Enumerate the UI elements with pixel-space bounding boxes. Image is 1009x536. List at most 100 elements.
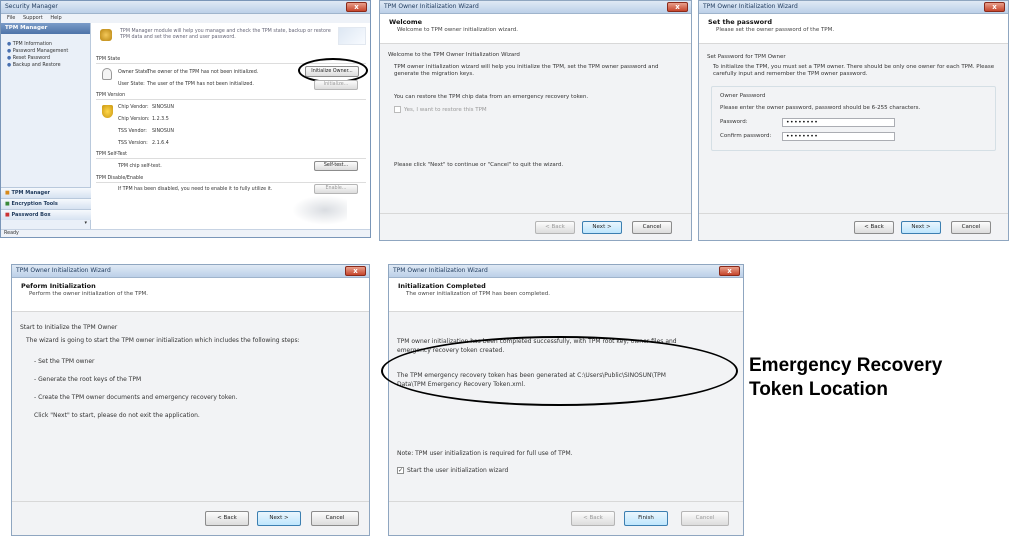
banner-graphic [338, 27, 366, 45]
restore-text: You can restore the TPM chip data from a… [394, 94, 589, 100]
left-panel: TPM Manager ● TPM Information ● Password… [1, 23, 91, 230]
window-title: TPM Owner Initialization Wizard [393, 267, 488, 274]
self-test-button[interactable]: Self-test... [314, 161, 358, 171]
title-bar: TPM Owner Initialization Wizard x [699, 1, 1008, 14]
nav-backup-restore[interactable]: ● Backup and Restore [7, 63, 84, 68]
panel-header: TPM Manager [1, 23, 90, 34]
start-note: Click "Next" to start, please do not exi… [34, 412, 200, 419]
back-button[interactable]: < Back [571, 511, 615, 526]
group-label: Owner Password [720, 93, 766, 99]
next-button[interactable]: Next > [257, 511, 301, 526]
intro-text: TPM owner initialization wizard will hel… [394, 64, 659, 77]
close-button[interactable]: x [984, 2, 1005, 12]
token-location-oval [381, 336, 738, 406]
user-init-note: Note: TPM user initialization is require… [397, 450, 573, 457]
window-title: TPM Owner Initialization Wizard [16, 267, 111, 274]
set-password-wizard-window: TPM Owner Initialization Wizard x Set the… [698, 0, 1009, 241]
cancel-button[interactable]: Cancel [681, 511, 729, 526]
nav-list: ● TPM Information ● Password Management … [1, 34, 90, 76]
start-user-init-checkbox[interactable]: ✓ Start the user initialization wizard [397, 467, 508, 474]
shield-icon [100, 29, 112, 41]
section-heading: Start to Initialize the TPM Owner [20, 324, 118, 331]
step-root-keys: - Generate the root keys of the TPM [34, 376, 142, 383]
close-button[interactable]: x [667, 2, 688, 12]
menu-help[interactable]: Help [50, 15, 61, 21]
page-subtitle: Welcome to TPM owner initialization wiza… [397, 27, 518, 33]
page-title: Welcome [389, 18, 423, 26]
wizard-header: Initialization Completed The owner initi… [389, 278, 743, 312]
chip-vendor-label: Chip Vendor: [118, 105, 149, 110]
cancel-button[interactable]: Cancel [951, 221, 991, 234]
intro-text: TPM Manager module will help you manage … [120, 29, 331, 40]
owner-password-group: Owner Password Please enter the owner pa… [711, 86, 996, 151]
next-button[interactable]: Next > [582, 221, 622, 234]
confirm-password-field[interactable]: •••••••• [782, 132, 895, 141]
back-button[interactable]: < Back [205, 511, 249, 526]
page-subtitle: Please set the owner password of the TPM… [716, 27, 835, 33]
section-self-test: TPM Self-Test [96, 152, 127, 157]
chip-version-value: 1.2.3.5 [152, 117, 169, 122]
user-state-value: The user of the TPM has not been initial… [147, 82, 254, 87]
checkbox-icon[interactable] [394, 106, 401, 113]
chip-vendor-value: SINOSUN [152, 105, 174, 110]
confirm-label: Confirm password: [720, 133, 772, 139]
step-set-owner: - Set the TPM owner [34, 358, 95, 365]
wizard-footer: < Back Finish Cancel [389, 501, 743, 535]
menu-bar: File Support Help [1, 14, 370, 23]
section-disable-enable: TPM Disable/Enable [96, 176, 144, 181]
wizard-body: Start to Initialize the TPM Owner The wi… [12, 312, 369, 535]
page-subtitle: The owner initialization of TPM has been… [406, 291, 551, 297]
wizard-body: Welcome to the TPM Owner Initialization … [380, 44, 691, 240]
side-password-box[interactable]: ■ Password Box [1, 209, 91, 220]
intro-text: To initialize the TPM, you must set a TP… [713, 64, 995, 77]
nav-tpm-information[interactable]: ● TPM Information [7, 42, 84, 47]
owner-state-value: The owner of the TPM has not been initia… [147, 70, 259, 75]
security-manager-window: Security Manager x File Support Help TPM … [0, 0, 371, 238]
side-tpm-manager[interactable]: ■ TPM Manager [1, 187, 91, 198]
section-tpm-state: TPM State [96, 57, 121, 62]
window-title: TPM Owner Initialization Wizard [384, 3, 479, 10]
callout-label: Emergency Recovery Token Location [749, 354, 942, 402]
back-button[interactable]: < Back [535, 221, 575, 234]
content-area: TPM Manager module will help you manage … [92, 23, 370, 230]
page-title: Initialization Completed [398, 282, 486, 290]
cancel-button[interactable]: Cancel [311, 511, 359, 526]
initialize-user-button[interactable]: Initialize... [314, 80, 358, 90]
side-encryption-tools[interactable]: ■ Encryption Tools [1, 198, 91, 209]
password-label: Password: [720, 119, 748, 125]
chip-version-label: Chip Version: [118, 117, 150, 122]
checkbox-checked-icon[interactable]: ✓ [397, 467, 404, 474]
continue-note: Please click "Next" to continue or "Canc… [394, 162, 564, 168]
page-title: Peform Initialization [21, 282, 96, 290]
menu-support[interactable]: Support [23, 15, 43, 21]
close-button[interactable]: x [345, 266, 366, 276]
perform-initialization-window: TPM Owner Initialization Wizard x Peform … [11, 264, 370, 536]
window-title: Security Manager [5, 3, 58, 10]
side-buttons: ■ TPM Manager ■ Encryption Tools ■ Passw… [1, 187, 91, 230]
finish-button[interactable]: Finish [624, 511, 668, 526]
close-button[interactable]: x [346, 2, 367, 12]
nav-password-management[interactable]: ● Password Management [7, 49, 84, 54]
wizard-footer: < Back Next > Cancel [380, 213, 691, 240]
tss-version-value: 2.1.6.4 [152, 141, 169, 146]
window-title: TPM Owner Initialization Wizard [703, 3, 798, 10]
page-title: Set the password [708, 18, 772, 26]
section-heading: Set Password for TPM Owner [707, 54, 786, 60]
restore-checkbox[interactable]: Yes, I want to restore this TPM [394, 106, 487, 113]
close-button[interactable]: x [719, 266, 740, 276]
title-bar: TPM Owner Initialization Wizard x [12, 265, 369, 278]
key-graphic [292, 195, 347, 225]
cancel-button[interactable]: Cancel [632, 221, 672, 234]
section-tpm-version: TPM Version [96, 93, 126, 98]
wizard-body: Set Password for TPM Owner To initialize… [699, 44, 1008, 240]
tss-vendor-label: TSS Vendor: [118, 129, 147, 134]
nav-reset-password[interactable]: ● Reset Password [7, 56, 84, 61]
password-field[interactable]: •••••••• [782, 118, 895, 127]
enable-button[interactable]: Enable... [314, 184, 358, 194]
next-button[interactable]: Next > [901, 221, 941, 234]
menu-file[interactable]: File [7, 15, 15, 21]
disable-text: If TPM has been disabled, you need to en… [118, 187, 273, 192]
title-bar: TPM Owner Initialization Wizard x [380, 1, 691, 14]
wizard-footer: < Back Next > Cancel [699, 213, 1008, 240]
back-button[interactable]: < Back [854, 221, 894, 234]
